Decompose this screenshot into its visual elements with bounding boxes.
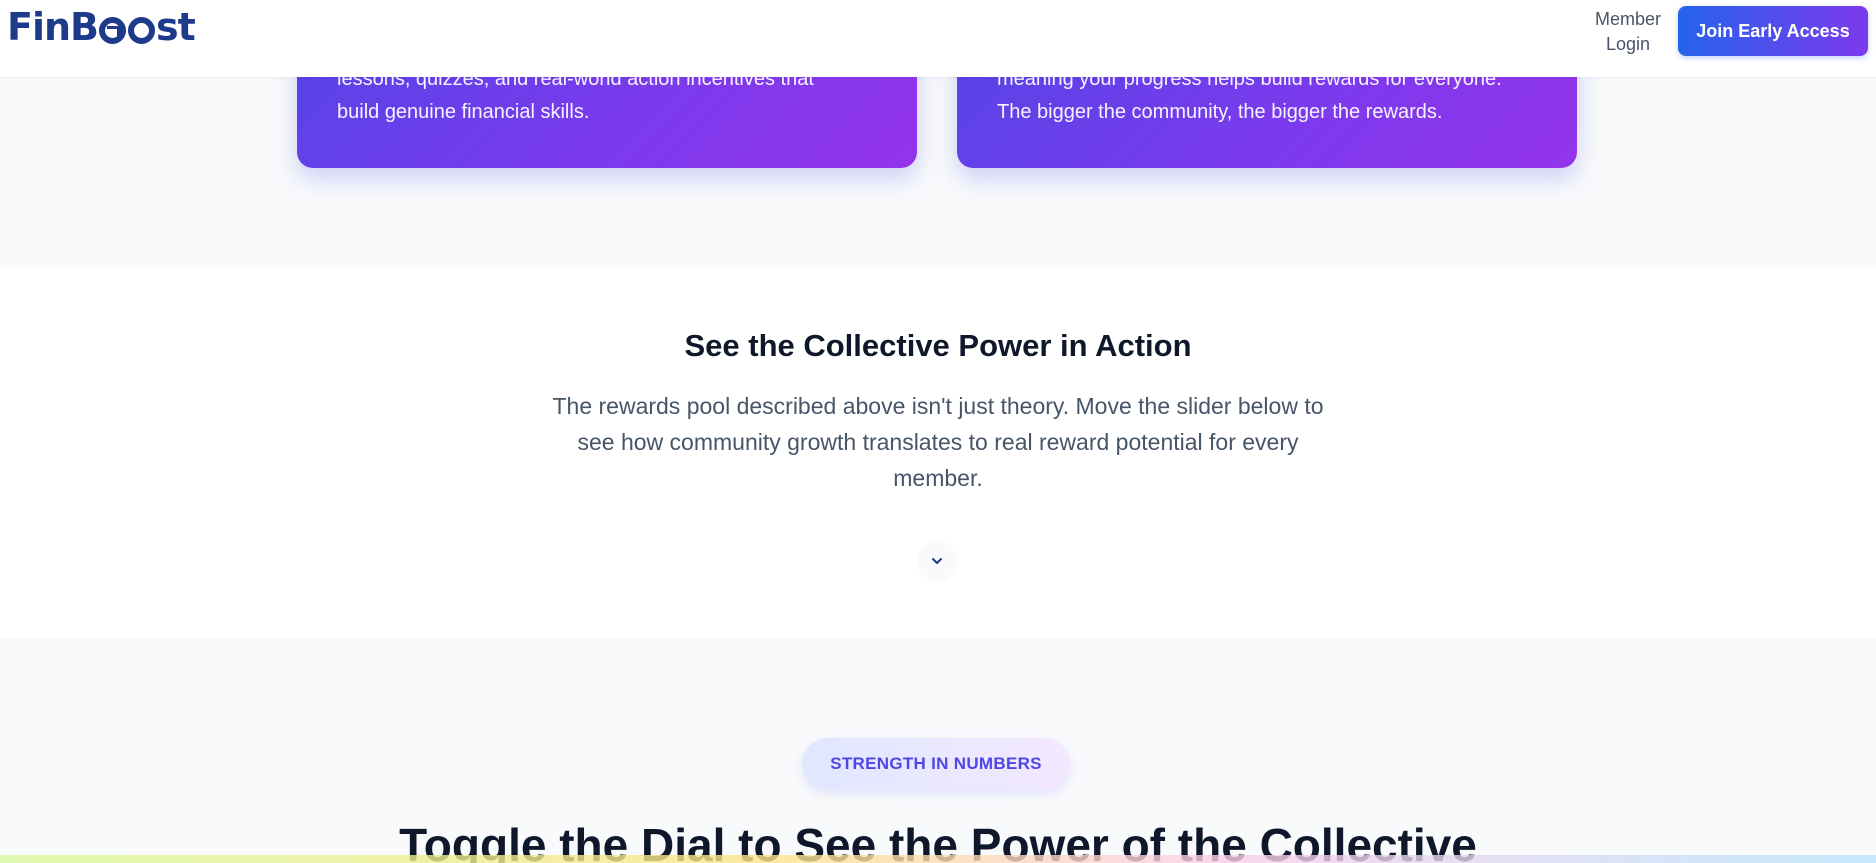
- scroll-down-button[interactable]: [917, 541, 957, 581]
- chevron-down-icon: [932, 558, 942, 564]
- join-early-access-button[interactable]: Join Early Access: [1678, 6, 1868, 56]
- logo-o-arrow-icon: [99, 16, 126, 44]
- feature-card-line: The bigger the community, the bigger the…: [997, 101, 1443, 123]
- finboost-logo[interactable]: FinB st: [7, 5, 196, 49]
- logo-o-icon: [128, 16, 155, 44]
- section-badge: STRENGTH IN NUMBERS: [802, 738, 1070, 790]
- member-login-line: Login: [1605, 34, 1651, 54]
- section-title: See the Collective Power in Action: [684, 328, 1192, 363]
- description-line: member.: [893, 465, 983, 491]
- logo-text-fin: FinB: [7, 5, 99, 49]
- feature-card-line: build genuine financial skills.: [337, 101, 590, 123]
- member-login-link[interactable]: Member Login: [1588, 7, 1668, 57]
- section-description: The rewards pool described above isn't j…: [518, 388, 1358, 496]
- description-line: see how community growth translates to r…: [577, 429, 1299, 455]
- member-login-line: Member: [1594, 9, 1661, 29]
- description-line: The rewards pool described above isn't j…: [552, 393, 1324, 419]
- logo-text-st: st: [156, 5, 196, 49]
- strength-in-numbers-section: STRENGTH IN NUMBERS Toggle the Dial to S…: [0, 638, 1876, 863]
- site-header: FinB st Member Login Join Early Access: [0, 0, 1876, 77]
- collective-power-section: See the Collective Power in Action The r…: [0, 268, 1876, 638]
- decorative-gradient-strip: [0, 855, 1876, 863]
